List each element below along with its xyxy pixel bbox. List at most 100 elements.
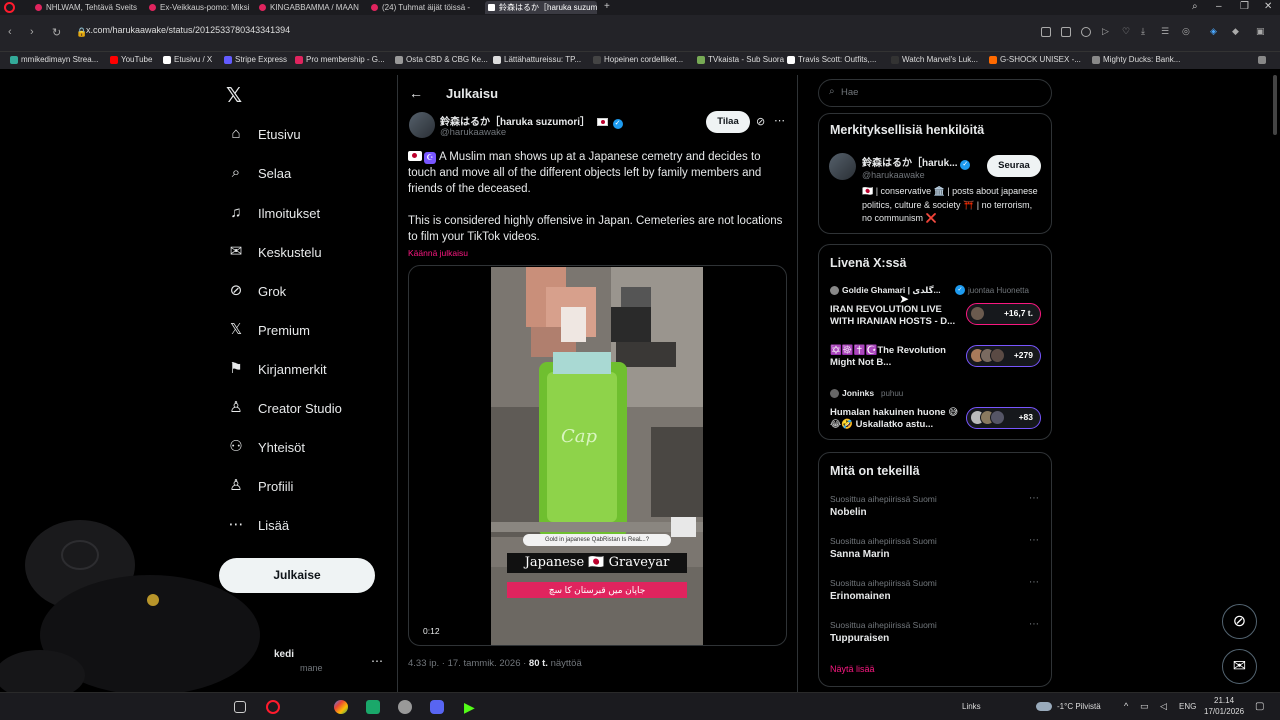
messages-floating-button[interactable]: ✉	[1222, 649, 1257, 684]
trend-item[interactable]: Suosittua aihepiirissä Suomi Sanna Marin…	[819, 533, 1051, 571]
trend-item[interactable]: Suosittua aihepiirissä Suomi Tuppuraisen…	[819, 617, 1051, 655]
bookmark-item[interactable]: Lättähattureissu: TP...	[493, 55, 581, 64]
browser-tab-active[interactable]: 鈴森はるか［haruka suzum	[485, 1, 597, 14]
opera-taskbar-icon[interactable]	[266, 700, 280, 714]
bookmark-item[interactable]: TVkaista - Sub Suora	[697, 55, 784, 64]
grok-floating-button[interactable]: ⊘	[1222, 604, 1257, 639]
bookmark-item[interactable]: Osta CBD & CBG Ke...	[395, 55, 488, 64]
task-view-icon[interactable]	[234, 701, 246, 713]
new-tab-icon[interactable]: +	[604, 1, 610, 12]
live-listeners-pill[interactable]: +279	[966, 345, 1041, 367]
weather-text[interactable]: -1°C Pilvistä	[1057, 702, 1101, 711]
browser-tab[interactable]: NHLWAM, Tehtävä Sveits	[32, 1, 152, 14]
translate-link[interactable]: Käännä julkaisu	[408, 248, 468, 258]
notifications-icon[interactable]: ▢	[1255, 701, 1264, 712]
bookmark-item[interactable]: Travis Scott: Outfits,...	[787, 55, 876, 64]
author-avatar[interactable]	[409, 112, 435, 138]
author-handle[interactable]: @harukaawake	[440, 127, 506, 138]
trend-more-icon[interactable]: ⋯	[1029, 493, 1039, 504]
links-toolbar[interactable]: Links	[962, 702, 981, 711]
toolbar-icon[interactable]	[1061, 27, 1071, 37]
person-name[interactable]: 鈴森はるか［haruk... ✓	[862, 154, 971, 170]
bookmark-item[interactable]: Watch Marvel's Luk...	[891, 55, 978, 64]
back-arrow-icon[interactable]: ←	[409, 85, 423, 101]
trend-more-icon[interactable]: ⋯	[1029, 535, 1039, 546]
minimize-icon[interactable]: –	[1216, 1, 1222, 12]
video-duration: 0:12	[423, 626, 440, 636]
volume-icon[interactable]: ◁	[1160, 701, 1167, 712]
extension-icon[interactable]: ◈	[1210, 26, 1217, 37]
timestamp-text[interactable]: 4.33 ip. · 17. tammik. 2026 ·	[408, 658, 526, 669]
bookmarks-overflow-icon[interactable]: ›	[1258, 55, 1266, 64]
show-more-link[interactable]: Näytä lisää	[830, 664, 875, 674]
chrome-taskbar-icon[interactable]	[334, 700, 348, 714]
live-item-title: ✡️☸️✝️☪️The Revolution Might Not B...	[830, 345, 946, 368]
nav-label: Ilmoitukset	[258, 206, 321, 221]
nav-label: Keskustelu	[258, 245, 322, 260]
browser-tab[interactable]: Ex-Veikkaus-pomo: Miksi	[146, 1, 252, 14]
bookmark-item[interactable]: Mighty Ducks: Bank...	[1092, 55, 1180, 64]
follow-button[interactable]: Seuraa	[987, 155, 1041, 177]
x-logo-icon[interactable]: 𝕏	[226, 83, 242, 108]
verified-badge-icon: ✓	[955, 285, 965, 295]
trend-item[interactable]: Suosittua aihepiirissä Suomi Erinomainen…	[819, 575, 1051, 613]
live-host: Joninks	[842, 388, 875, 398]
network-icon[interactable]: ▭	[1140, 701, 1149, 712]
url-field[interactable]: x.com/harukaawake/status/201253378034334…	[86, 25, 290, 35]
trend-item[interactable]: Suosittua aihepiirissä Suomi Nobelin ⋯	[819, 491, 1051, 529]
discord-taskbar-icon[interactable]	[430, 700, 444, 714]
browser-tab[interactable]: (24) Tuhmat äijät töissä -	[368, 1, 480, 14]
search-box[interactable]: ⌕ Hae	[818, 79, 1052, 107]
play-icon[interactable]: ▷	[1102, 26, 1109, 37]
menu-icon[interactable]: ☰	[1161, 26, 1169, 37]
search-input[interactable]: Hae	[841, 87, 858, 98]
more-options-icon[interactable]: ⋯	[774, 114, 785, 127]
back-icon[interactable]: ‹	[8, 26, 12, 38]
kick-taskbar-icon[interactable]: ▶	[464, 700, 478, 714]
bookmark-item[interactable]: Hopeinen cordelliket...	[593, 55, 683, 64]
person-avatar[interactable]	[829, 153, 856, 180]
bookmark-item[interactable]: Stripe Express	[224, 55, 287, 64]
verified-badge-icon: ✓	[960, 160, 971, 170]
search-tabs-icon[interactable]: ⌕	[1192, 1, 1198, 12]
app-taskbar-icon[interactable]	[398, 700, 412, 714]
grok-explain-icon[interactable]: ⊘	[756, 115, 765, 128]
toolbar-icon[interactable]	[1041, 27, 1051, 37]
trend-more-icon[interactable]: ⋯	[1029, 619, 1039, 630]
live-item[interactable]: ✡️☸️✝️☪️The Revolution Might Not B... +2…	[819, 339, 1051, 379]
live-listeners-pill[interactable]: +16,7 t.	[966, 303, 1041, 325]
tray-chevron-icon[interactable]: ^	[1124, 701, 1128, 711]
close-window-icon[interactable]: ✕	[1264, 1, 1272, 12]
bookmark-item[interactable]: Pro membership - G...	[295, 55, 385, 64]
ai-icon[interactable]: ▣	[1256, 26, 1265, 37]
browser-tab[interactable]: KINGABBAMMA / MAAN	[256, 1, 366, 14]
heart-icon[interactable]: ♡	[1122, 26, 1130, 37]
reload-icon[interactable]: ↻	[52, 26, 61, 39]
video-player[interactable]: Cap Gold in japanese QabRistan Is ReaL..…	[408, 265, 787, 646]
live-item[interactable]: Goldie Ghamari | گلدی... ✓ juontaa Huone…	[819, 281, 1051, 333]
bookmark-item[interactable]: mmikedimayn Strea...	[10, 55, 98, 64]
trend-more-icon[interactable]: ⋯	[1029, 577, 1039, 588]
forward-icon[interactable]: ›	[30, 26, 34, 38]
language-indicator[interactable]: ENG	[1179, 702, 1196, 711]
bookmark-item[interactable]: Etusivu / X	[163, 55, 212, 64]
nav-label: Kirjanmerkit	[258, 362, 327, 377]
toolbar-icon[interactable]	[1081, 27, 1091, 37]
page-scrollbar[interactable]	[1273, 75, 1277, 135]
maximize-icon[interactable]: ❐	[1240, 1, 1249, 12]
clock-date[interactable]: 17/01/2026	[1204, 707, 1244, 716]
opera-logo-icon[interactable]	[4, 2, 15, 13]
nav-label: Etusivu	[258, 127, 301, 142]
account-menu-icon[interactable]: ⋯	[371, 654, 383, 668]
live-listeners-pill[interactable]: +83	[966, 407, 1041, 429]
profile-icon[interactable]: ◎	[1182, 26, 1190, 37]
live-item[interactable]: Joninks puhuu Humalan hakuinen huone 😅😂🤣…	[819, 383, 1051, 435]
subscribe-button[interactable]: Tilaa	[706, 111, 750, 133]
download-icon[interactable]: ⤓	[1141, 26, 1145, 37]
bookmark-item[interactable]: YouTube	[110, 55, 152, 64]
views-count: 80 t.	[528, 658, 548, 669]
extension-icon[interactable]: ◆	[1232, 26, 1239, 37]
clock-time[interactable]: 21.14	[1214, 696, 1234, 705]
bookmark-item[interactable]: G-SHOCK UNISEX -...	[989, 55, 1081, 64]
app-taskbar-icon[interactable]	[366, 700, 380, 714]
